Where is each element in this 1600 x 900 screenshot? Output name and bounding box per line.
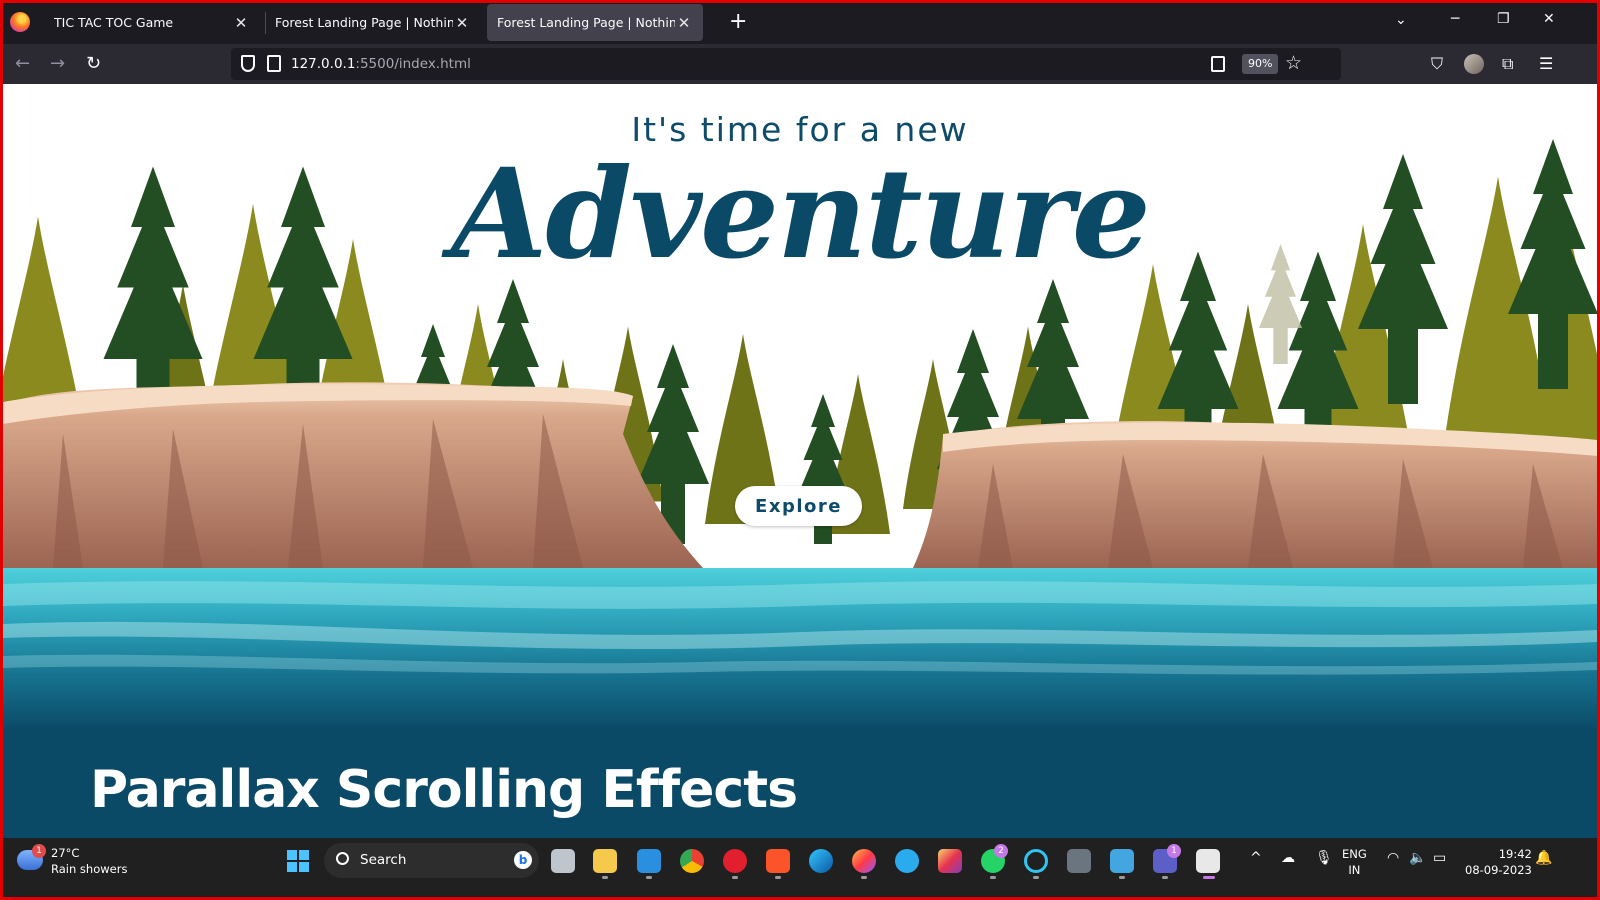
nav-bar: ← → ↻ 127.0.0.1:5500/index.html 90% ☆ ⛉ … bbox=[3, 44, 1597, 84]
minimize-icon[interactable]: ─ bbox=[1451, 11, 1459, 27]
wifi-icon[interactable]: ◠ bbox=[1387, 850, 1399, 866]
battery-icon[interactable]: ▭ bbox=[1433, 850, 1446, 866]
language-indicator[interactable]: ENG IN bbox=[1342, 846, 1367, 878]
close-tab-icon[interactable]: ✕ bbox=[675, 14, 693, 32]
weather-temperature[interactable]: 27°C bbox=[51, 846, 79, 860]
teams-badge: 1 bbox=[1167, 844, 1181, 858]
notifications-bell-icon[interactable]: 🔔 bbox=[1535, 850, 1552, 866]
account-avatar[interactable] bbox=[1464, 54, 1484, 74]
system-clock[interactable]: 19:42 08-09-2023 bbox=[1465, 846, 1532, 878]
reader-view-icon[interactable] bbox=[1211, 56, 1225, 72]
running-indicator bbox=[1162, 876, 1168, 879]
weather-badge: 1 bbox=[32, 844, 46, 858]
tab-forest-1[interactable]: Forest Landing Page | Nothing4us ✕ bbox=[265, 4, 481, 41]
start-windows-icon[interactable] bbox=[287, 850, 309, 872]
tracking-shield-icon[interactable] bbox=[241, 55, 255, 72]
tab-title: TIC TAC TOC Game bbox=[54, 15, 174, 30]
close-tab-icon[interactable]: ✕ bbox=[453, 14, 471, 32]
whatsapp-badge: 2 bbox=[994, 844, 1008, 858]
forward-arrow-icon[interactable]: → bbox=[50, 54, 65, 74]
active-app-indicator bbox=[1203, 876, 1215, 879]
tab-strip: TIC TAC TOC Game ✕ Forest Landing Page |… bbox=[3, 3, 1597, 44]
window-close-icon[interactable]: ✕ bbox=[1543, 11, 1555, 27]
region-code: IN bbox=[1348, 863, 1361, 877]
running-indicator bbox=[1119, 876, 1125, 879]
taskbar-search[interactable]: Search b bbox=[324, 843, 539, 878]
reload-icon[interactable]: ↻ bbox=[86, 54, 101, 74]
extensions-puzzle-icon[interactable]: ⧉ bbox=[1502, 54, 1513, 74]
firefox-icon[interactable] bbox=[852, 849, 876, 873]
instagram-icon[interactable] bbox=[938, 849, 962, 873]
firefox-logo-icon bbox=[10, 12, 30, 32]
clock-time: 19:42 bbox=[1498, 847, 1532, 861]
running-indicator bbox=[775, 876, 781, 879]
back-arrow-icon[interactable]: ← bbox=[15, 54, 30, 74]
calculator-icon[interactable] bbox=[1067, 849, 1091, 873]
running-indicator bbox=[646, 876, 652, 879]
screen: TIC TAC TOC Game ✕ Forest Landing Page |… bbox=[3, 3, 1597, 897]
onedrive-cloud-icon[interactable]: ☁ bbox=[1281, 850, 1295, 866]
tab-title: Forest Landing Page | Nothing4us bbox=[497, 15, 675, 30]
telegram-icon[interactable] bbox=[895, 849, 919, 873]
notepad-icon[interactable] bbox=[1110, 849, 1134, 873]
show-hidden-icons-chevron-icon[interactable]: ^ bbox=[1250, 850, 1262, 866]
tab-title: Forest Landing Page | Nothing4us bbox=[275, 15, 453, 30]
brave-icon[interactable] bbox=[766, 849, 790, 873]
windows-taskbar: 1 27°C Rain showers Search b 2 1 ^ ☁ 🎙 E… bbox=[3, 838, 1597, 897]
search-icon bbox=[336, 852, 349, 865]
url-host: 127.0.0.1 bbox=[291, 56, 356, 72]
running-indicator bbox=[732, 876, 738, 879]
volume-icon[interactable]: 🔈 bbox=[1409, 850, 1426, 866]
bing-icon[interactable]: b bbox=[514, 851, 532, 869]
page-viewport: It's time for a new Adventure Explore Pa… bbox=[3, 84, 1597, 838]
running-indicator bbox=[1033, 876, 1039, 879]
language-code: ENG bbox=[1342, 847, 1367, 861]
snipping-tool-icon[interactable] bbox=[1196, 849, 1220, 873]
menu-hamburger-icon[interactable]: ☰ bbox=[1539, 54, 1553, 73]
task-view-icon[interactable] bbox=[551, 849, 575, 873]
page-info-icon[interactable] bbox=[267, 55, 281, 72]
running-indicator bbox=[602, 876, 608, 879]
bookmark-star-icon[interactable]: ☆ bbox=[1285, 52, 1302, 74]
search-label: Search bbox=[360, 852, 407, 868]
microphone-icon[interactable]: 🎙 bbox=[1315, 850, 1333, 866]
address-bar[interactable]: 127.0.0.1:5500/index.html 90% ☆ bbox=[231, 48, 1341, 80]
running-indicator bbox=[861, 876, 867, 879]
opera-icon[interactable] bbox=[723, 849, 747, 873]
chrome-icon[interactable] bbox=[680, 849, 704, 873]
alexa-icon[interactable] bbox=[1024, 849, 1048, 873]
url-path: :5500/index.html bbox=[355, 56, 471, 72]
clock-date: 08-09-2023 bbox=[1465, 863, 1532, 877]
section-title: Parallax Scrolling Effects bbox=[90, 760, 798, 820]
pocket-icon[interactable]: ⛉ bbox=[1431, 54, 1443, 74]
close-tab-icon[interactable]: ✕ bbox=[232, 14, 250, 32]
tab-forest-2-active[interactable]: Forest Landing Page | Nothing4us ✕ bbox=[487, 4, 703, 41]
tab-tic-tac-toc[interactable]: TIC TAC TOC Game ✕ bbox=[44, 4, 260, 41]
adventure-headline: Adventure bbox=[451, 142, 1151, 287]
new-tab-plus-icon[interactable]: + bbox=[729, 10, 747, 34]
url-text[interactable]: 127.0.0.1:5500/index.html bbox=[291, 56, 471, 72]
file-explorer-icon[interactable] bbox=[593, 849, 617, 873]
list-all-tabs-chevron-icon[interactable]: ⌄ bbox=[1395, 12, 1407, 28]
running-indicator bbox=[990, 876, 996, 879]
restore-icon[interactable]: ❐ bbox=[1497, 11, 1510, 27]
explore-button[interactable]: Explore bbox=[735, 486, 862, 526]
edge-icon[interactable] bbox=[809, 849, 833, 873]
zoom-level-badge[interactable]: 90% bbox=[1242, 54, 1279, 74]
weather-description[interactable]: Rain showers bbox=[51, 862, 127, 876]
vscode-icon[interactable] bbox=[637, 849, 661, 873]
